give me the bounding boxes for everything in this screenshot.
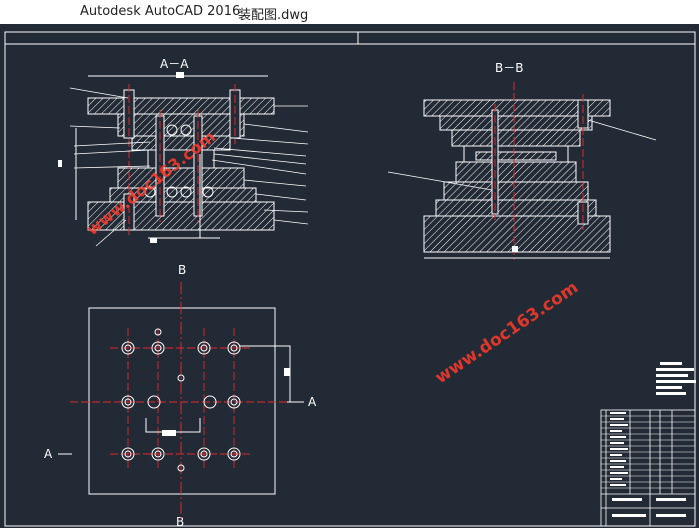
technical-notes (656, 362, 696, 395)
plan-view: B B A A (44, 263, 317, 529)
plan-label-b-top: B (178, 263, 186, 277)
drawing-canvas[interactable]: A－A B－B B B A A www.doc163.com www.doc16… (0, 24, 699, 529)
app-title: Autodesk AutoCAD 2016 (80, 4, 241, 19)
plan-label-a-right: A (308, 395, 317, 409)
title-bar: Autodesk AutoCAD 2016 装配图.dwg (0, 0, 699, 24)
watermark-text-2: www.doc163.com (432, 278, 582, 388)
plan-label-a-left: A (44, 447, 53, 461)
section-bb-view: B－B (387, 61, 657, 260)
plan-label-b-bottom: B (176, 515, 184, 528)
section-aa-label: A－A (160, 57, 189, 71)
section-bb-label: B－B (495, 61, 523, 75)
file-name: 装配图.dwg (238, 8, 309, 23)
title-block-rows (601, 415, 695, 489)
